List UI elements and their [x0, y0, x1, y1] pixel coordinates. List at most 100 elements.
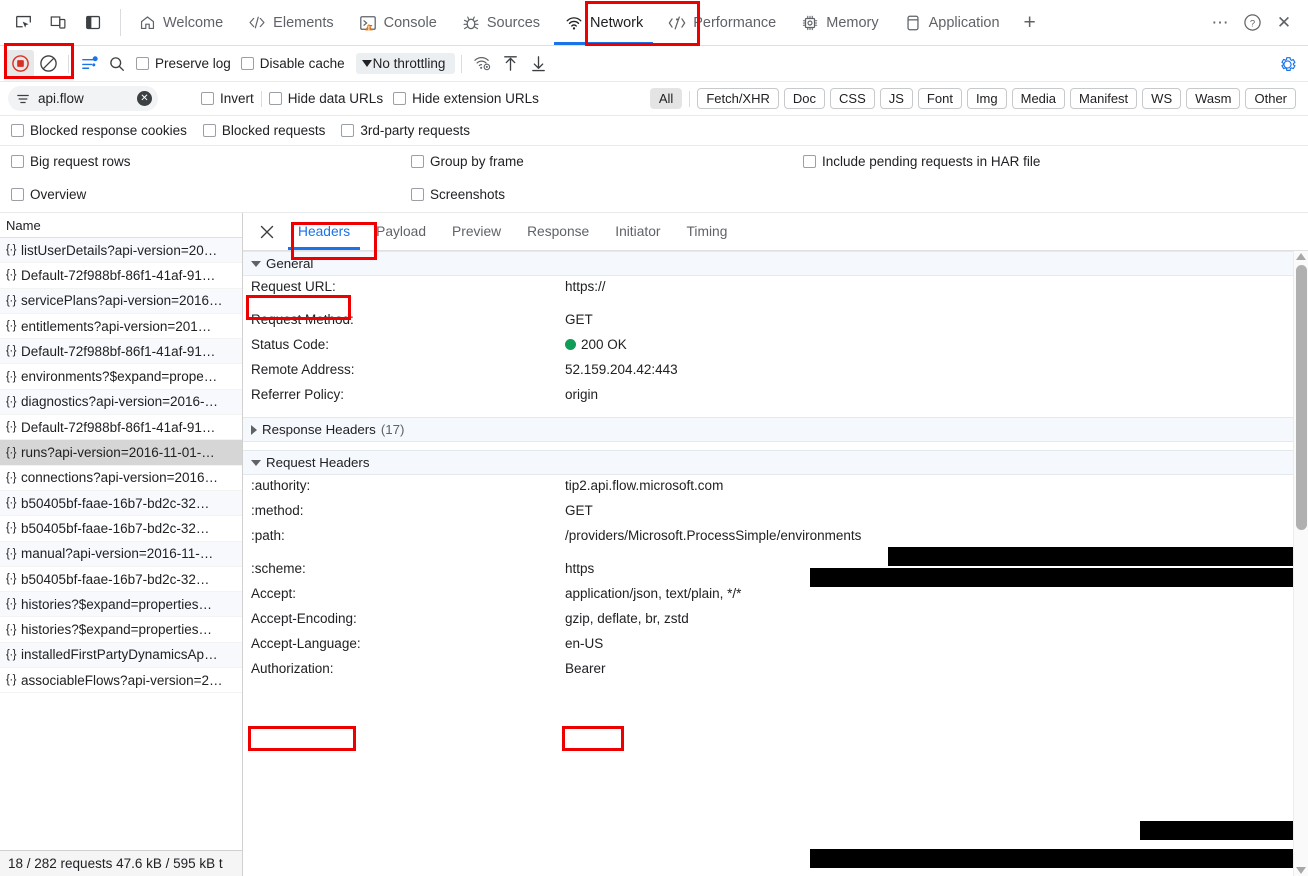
tab-response[interactable]: Response: [514, 213, 602, 250]
wifi-gear-icon[interactable]: [468, 50, 496, 78]
request-detail-panel: Headers Payload Preview Response Initiat…: [243, 213, 1308, 876]
tab-preview[interactable]: Preview: [439, 213, 514, 250]
request-list-item[interactable]: {·}Default-72f988bf-86f1-41af-91…: [0, 339, 242, 364]
filter-type-fetch-xhr[interactable]: Fetch/XHR: [697, 88, 779, 109]
filter-icon[interactable]: [75, 50, 103, 78]
tab-initiator[interactable]: Initiator: [602, 213, 673, 250]
request-list-item[interactable]: {·}runs?api-version=2016-11-01-…: [0, 440, 242, 465]
request-list-item[interactable]: {·}listUserDetails?api-version=20…: [0, 238, 242, 263]
gear-icon[interactable]: [1274, 51, 1300, 77]
third-party-requests-checkbox[interactable]: 3rd-party requests: [336, 123, 475, 138]
blocked-requests-checkbox[interactable]: Blocked requests: [198, 123, 331, 138]
upload-arrow-icon[interactable]: [496, 50, 524, 78]
request-name: b50405bf-faae-16b7-bd2c-32…: [21, 496, 209, 511]
request-list-item[interactable]: {·} b50405bf-faae-16b7-bd2c-32…: [0, 516, 242, 541]
section-response-headers[interactable]: Response Headers (17): [243, 417, 1308, 442]
tab-application[interactable]: Application: [891, 0, 1012, 45]
request-list-item[interactable]: {·}histories?$expand=properties…: [0, 617, 242, 642]
overview-label: Overview: [30, 187, 86, 202]
filter-type-img[interactable]: Img: [967, 88, 1007, 109]
filter-type-other[interactable]: Other: [1245, 88, 1296, 109]
json-braces-icon: {·}: [6, 573, 16, 585]
tab-timing[interactable]: Timing: [673, 213, 740, 250]
request-list-item[interactable]: {·}servicePlans?api-version=2016…: [0, 289, 242, 314]
tab-payload[interactable]: Payload: [363, 213, 439, 250]
request-list-item[interactable]: {·}entitlements?api-version=201…: [0, 314, 242, 339]
filter-type-all[interactable]: All: [650, 88, 682, 109]
overview-checkbox[interactable]: Overview: [6, 187, 91, 202]
screenshots-checkbox[interactable]: Screenshots: [406, 187, 510, 202]
scroll-down-arrow-icon[interactable]: [1296, 867, 1306, 874]
request-list-item[interactable]: {·}manual?api-version=2016-11-…: [0, 542, 242, 567]
tab-memory[interactable]: Memory: [788, 0, 890, 45]
clear-no-entry-icon[interactable]: [34, 50, 62, 78]
inspect-element-icon[interactable]: [10, 10, 36, 36]
devtools-panel-tabbar: Welcome Elements Console Sources: [0, 0, 1308, 46]
tab-performance[interactable]: Performance: [655, 0, 788, 45]
tab-label: Console: [384, 15, 437, 31]
filter-type-css[interactable]: CSS: [830, 88, 875, 109]
request-list-item[interactable]: {·}associableFlows?api-version=2…: [0, 668, 242, 693]
resp-headers-spacer: [243, 442, 1308, 450]
section-general[interactable]: General: [243, 251, 1308, 276]
request-list-item[interactable]: {·}Default-72f988bf-86f1-41af-91…: [0, 415, 242, 440]
request-list-item[interactable]: {·}connections?api-version=2016…: [0, 466, 242, 491]
wifi-icon: [564, 13, 584, 33]
tab-elements[interactable]: Elements: [235, 0, 345, 45]
hide-extension-urls-checkbox[interactable]: Hide extension URLs: [388, 91, 544, 106]
request-list-header[interactable]: Name: [0, 213, 242, 238]
record-stop-icon[interactable]: [6, 50, 34, 78]
download-arrow-icon[interactable]: [524, 50, 552, 78]
request-list-item[interactable]: {·}histories?$expand=properties…: [0, 592, 242, 617]
more-options-icon[interactable]: ⋯: [1206, 9, 1234, 37]
device-toolbar-icon[interactable]: [45, 10, 71, 36]
invert-checkbox[interactable]: Invert: [196, 91, 259, 106]
dock-side-icon[interactable]: [80, 10, 106, 36]
tab-sources[interactable]: Sources: [449, 0, 552, 45]
tab-welcome[interactable]: Welcome: [125, 0, 235, 45]
header-key: :authority:: [251, 478, 565, 497]
tab-console[interactable]: Console: [346, 0, 449, 45]
filter-type-media[interactable]: Media: [1012, 88, 1065, 109]
request-list-item[interactable]: {·}environments?$expand=prope…: [0, 364, 242, 389]
help-icon[interactable]: ?: [1238, 9, 1266, 37]
request-list-rows[interactable]: {·}listUserDetails?api-version=20…{·}Def…: [0, 238, 242, 850]
include-pending-har-checkbox[interactable]: Include pending requests in HAR file: [798, 154, 1045, 169]
detail-scrollbar[interactable]: [1293, 251, 1308, 876]
request-list-item[interactable]: {·}b50405bf-faae-16b7-bd2c-32…: [0, 567, 242, 592]
disable-cache-checkbox[interactable]: Disable cache: [236, 56, 350, 71]
chevron-right-icon: [251, 425, 257, 435]
request-list-item[interactable]: {·}b50405bf-faae-16b7-bd2c-32…: [0, 491, 242, 516]
throttling-dropdown[interactable]: No throttling: [356, 53, 456, 74]
search-input[interactable]: api.flow ✕: [8, 86, 158, 111]
close-icon[interactable]: [249, 213, 285, 250]
add-panel-tab-button[interactable]: +: [1012, 0, 1048, 45]
filter-type-manifest[interactable]: Manifest: [1070, 88, 1137, 109]
filter-type-wasm[interactable]: Wasm: [1186, 88, 1240, 109]
filter-type-ws[interactable]: WS: [1142, 88, 1181, 109]
scroll-up-arrow-icon[interactable]: [1296, 253, 1306, 260]
hide-data-urls-checkbox[interactable]: Hide data URLs: [264, 91, 388, 106]
group-by-frame-checkbox[interactable]: Group by frame: [406, 154, 529, 169]
search-icon[interactable]: [103, 50, 131, 78]
request-list-item[interactable]: {·}Default-72f988bf-86f1-41af-91…: [0, 263, 242, 288]
section-request-headers[interactable]: Request Headers: [243, 450, 1308, 475]
filter-type-doc[interactable]: Doc: [784, 88, 825, 109]
blocked-response-cookies-checkbox[interactable]: Blocked response cookies: [6, 123, 192, 138]
checkbox-box: [201, 92, 214, 105]
big-request-rows-checkbox[interactable]: Big request rows: [6, 154, 136, 169]
bug-icon: [461, 13, 481, 33]
request-list-item[interactable]: {·}diagnostics?api-version=2016-…: [0, 390, 242, 415]
request-name: b50405bf-faae-16b7-bd2c-32…: [21, 521, 209, 536]
close-circle-icon[interactable]: ✕: [137, 91, 152, 106]
network-main: Name {·}listUserDetails?api-version=20…{…: [0, 213, 1308, 876]
scrollbar-thumb[interactable]: [1296, 265, 1307, 530]
request-list-item[interactable]: {·}installedFirstPartyDynamicsAp…: [0, 643, 242, 668]
close-devtools-icon[interactable]: ✕: [1270, 9, 1298, 37]
json-braces-icon: {·}: [6, 522, 16, 534]
filter-type-font[interactable]: Font: [918, 88, 962, 109]
tab-network[interactable]: Network: [552, 0, 655, 45]
tab-headers[interactable]: Headers: [285, 213, 363, 250]
filter-type-js[interactable]: JS: [880, 88, 913, 109]
preserve-log-checkbox[interactable]: Preserve log: [131, 56, 236, 71]
